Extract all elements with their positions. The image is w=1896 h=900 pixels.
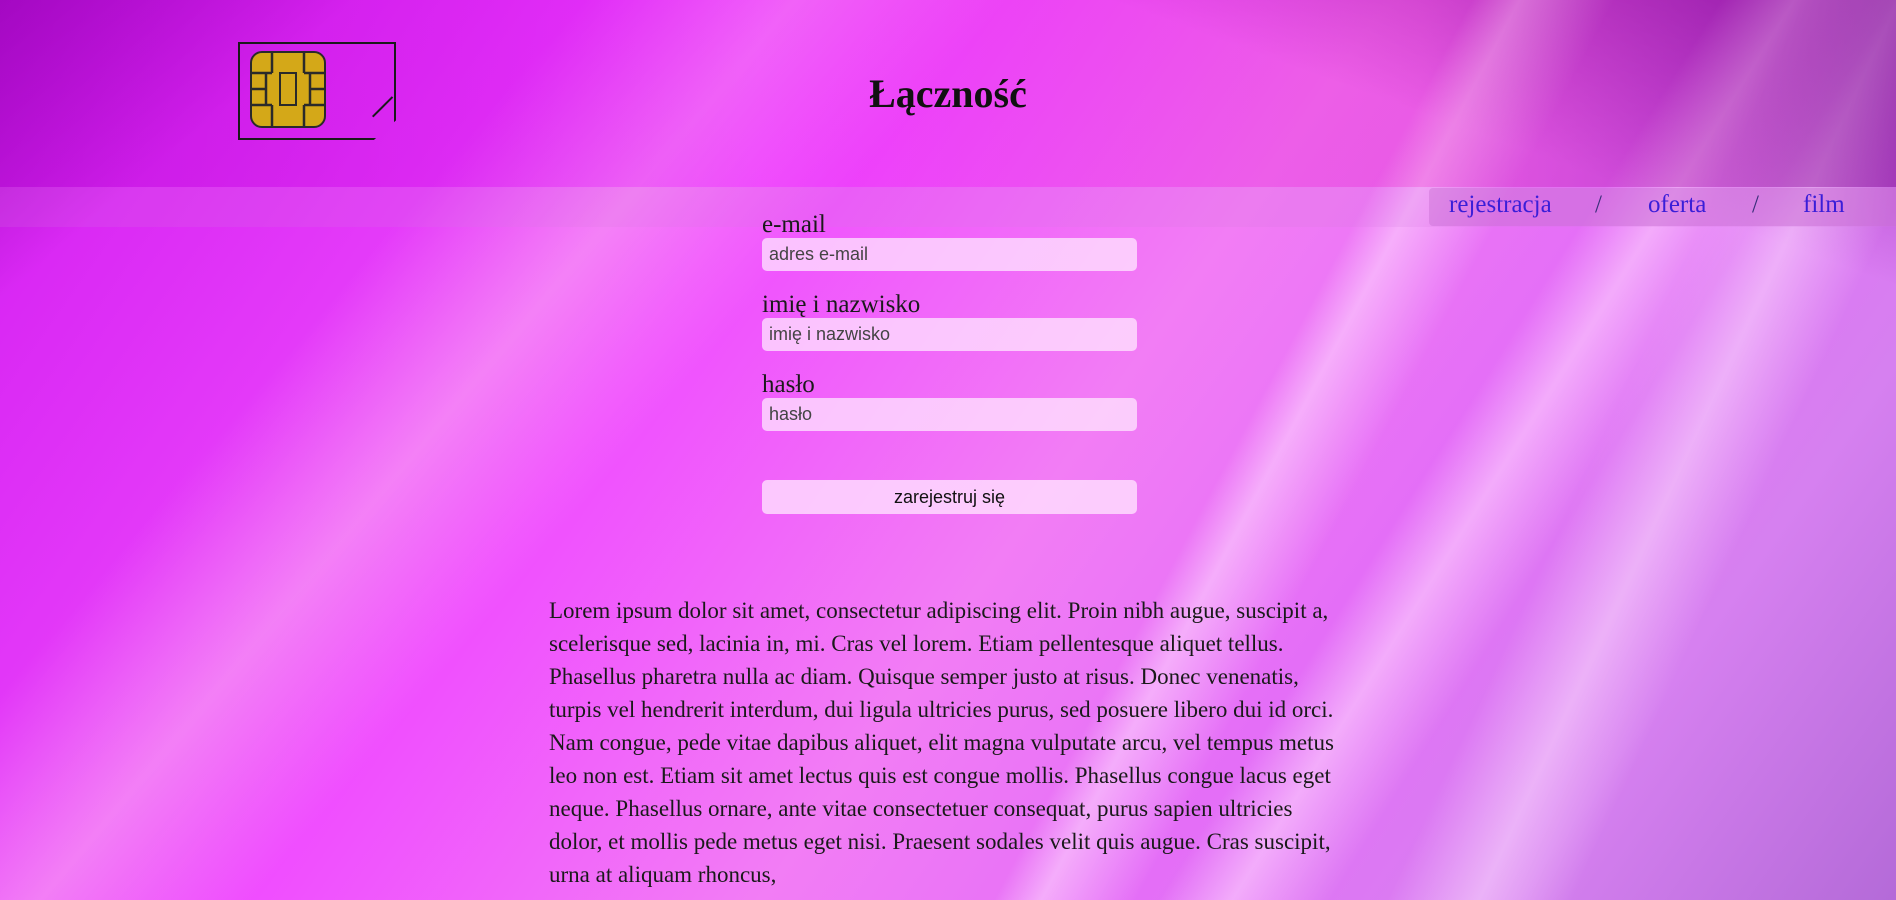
nav-link-film[interactable]: film xyxy=(1803,191,1845,219)
main-nav: rejestracja / oferta / film xyxy=(1429,188,1896,226)
registration-form: e-mail imię i nazwisko hasło xyxy=(762,212,1137,452)
email-label: e-mail xyxy=(762,211,826,238)
email-field[interactable] xyxy=(762,238,1137,271)
password-field[interactable] xyxy=(762,398,1137,431)
register-button[interactable]: zarejestruj się xyxy=(762,480,1137,514)
name-group: imię i nazwisko xyxy=(762,292,1137,351)
password-label: hasło xyxy=(762,371,815,398)
content-paragraph: Lorem ipsum dolor sit amet, consectetur … xyxy=(549,598,1334,887)
nav-link-oferta[interactable]: oferta xyxy=(1648,191,1706,219)
email-group: e-mail xyxy=(762,212,1137,271)
nav-separator: / xyxy=(1752,191,1759,218)
password-group: hasło xyxy=(762,372,1137,431)
nav-separator: / xyxy=(1595,191,1602,218)
page-title: Łączność xyxy=(869,71,1027,116)
page-header: Łączność xyxy=(0,0,1896,187)
nav-link-rejestracja[interactable]: rejestracja xyxy=(1449,191,1552,219)
name-field[interactable] xyxy=(762,318,1137,351)
name-label: imię i nazwisko xyxy=(762,291,921,318)
